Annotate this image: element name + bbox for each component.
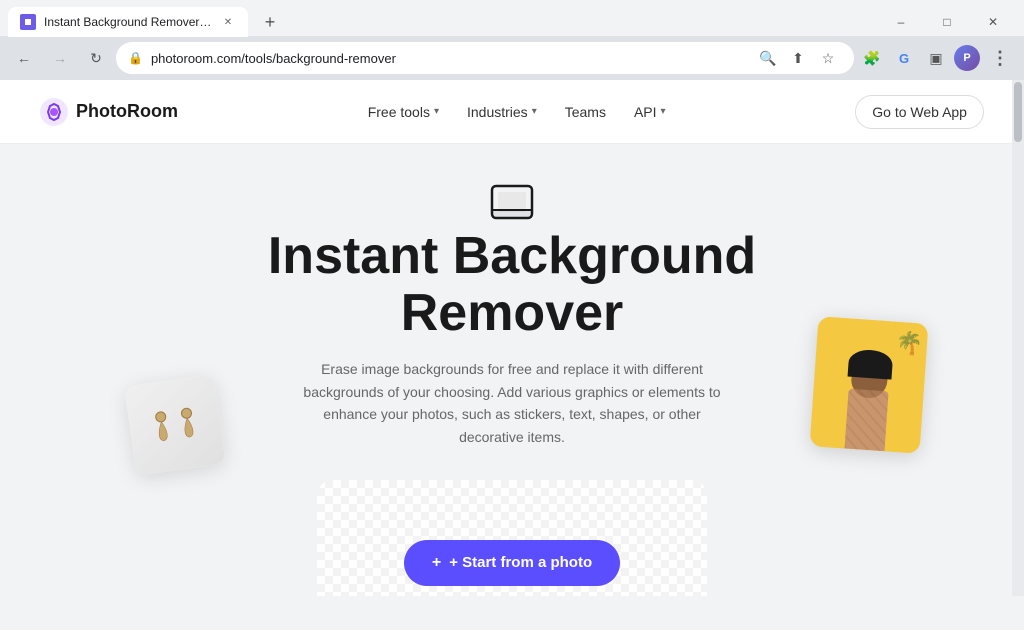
upload-area[interactable]: + + Start from a photo Or drop an image …: [317, 480, 707, 596]
plus-icon: +: [432, 554, 441, 572]
bookmark-icon-btn[interactable]: ☆: [814, 44, 842, 72]
site-nav: PhotoRoom Free tools ▾ Industries ▾ Team…: [0, 80, 1024, 144]
close-button[interactable]: ✕: [970, 8, 1016, 36]
chevron-down-icon: ▾: [434, 106, 439, 117]
tab-favicon: [20, 14, 36, 30]
active-tab[interactable]: Instant Background Remover - R... ✕: [8, 7, 248, 37]
logo-area[interactable]: PhotoRoom: [40, 98, 178, 126]
free-tools-nav-item[interactable]: Free tools ▾: [356, 96, 451, 128]
back-button[interactable]: ←: [8, 42, 40, 74]
minimize-button[interactable]: –: [878, 8, 924, 36]
earrings-background: [124, 374, 226, 476]
address-bar[interactable]: 🔒 photoroom.com/tools/background-remover…: [116, 42, 854, 74]
lock-icon: 🔒: [128, 51, 143, 65]
back-icon: ←: [17, 50, 31, 66]
tab-title: Instant Background Remover - R...: [44, 15, 212, 29]
logo-text: PhotoRoom: [76, 101, 178, 122]
go-to-web-app-button[interactable]: Go to Web App: [855, 95, 984, 129]
chevron-down-icon: ▾: [661, 106, 666, 117]
start-from-photo-button[interactable]: + + Start from a photo: [404, 540, 620, 586]
nav-links: Free tools ▾ Industries ▾ Teams API ▾: [356, 96, 678, 128]
floating-person-image: 🌴: [810, 316, 929, 453]
extensions-button[interactable]: 🧩: [858, 44, 886, 72]
sidebar-button[interactable]: ▣: [922, 44, 950, 72]
industries-nav-item[interactable]: Industries ▾: [455, 96, 549, 128]
share-icon-btn[interactable]: ⬆: [784, 44, 812, 72]
chevron-down-icon: ▾: [532, 106, 537, 117]
address-text: photoroom.com/tools/background-remover: [151, 51, 746, 66]
search-icon-btn[interactable]: 🔍: [754, 44, 782, 72]
window-controls: – □ ✕: [878, 8, 1016, 36]
title-bar: Instant Background Remover - R... ✕ + – …: [0, 0, 1024, 36]
reload-icon: ↻: [90, 50, 102, 67]
hero-icon: [490, 184, 534, 220]
profile-avatar[interactable]: P: [954, 45, 980, 71]
teams-nav-item[interactable]: Teams: [553, 96, 618, 128]
address-bar-row: ← → ↻ 🔒 photoroom.com/tools/background-r…: [0, 36, 1024, 80]
api-nav-item[interactable]: API ▾: [622, 96, 678, 128]
website-content: PhotoRoom Free tools ▾ Industries ▾ Team…: [0, 80, 1024, 596]
forward-icon: →: [53, 50, 67, 66]
reload-button[interactable]: ↻: [80, 42, 112, 74]
logo-icon: [40, 98, 68, 126]
scrollbar[interactable]: [1012, 80, 1024, 596]
scrollbar-thumb[interactable]: [1014, 82, 1022, 142]
new-tab-button[interactable]: +: [256, 8, 284, 36]
hero-subtitle: Erase image backgrounds for free and rep…: [302, 358, 722, 448]
address-bar-icons: 🔍 ⬆ ☆: [754, 44, 842, 72]
floating-earrings-image: [124, 374, 226, 476]
forward-button[interactable]: →: [44, 42, 76, 74]
upload-btn-label: + Start from a photo: [449, 554, 592, 571]
menu-button[interactable]: ⋮: [984, 42, 1016, 74]
google-icon-btn[interactable]: G: [890, 44, 918, 72]
maximize-button[interactable]: □: [924, 8, 970, 36]
tab-close-button[interactable]: ✕: [220, 14, 236, 30]
upload-container: + + Start from a photo Or drop an image …: [317, 480, 707, 596]
browser-chrome: Instant Background Remover - R... ✕ + – …: [0, 0, 1024, 80]
